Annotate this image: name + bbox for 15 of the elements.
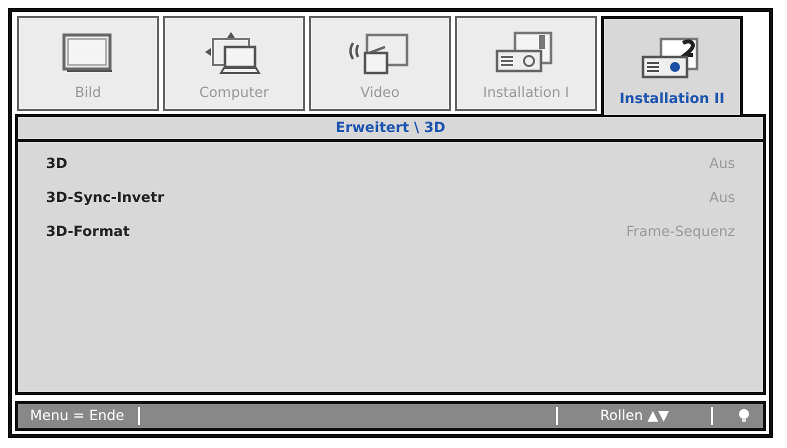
lightbulb-icon — [737, 408, 751, 424]
scroll-hint: Rollen ▲▼ — [599, 408, 670, 424]
exit-hint: Menu = Ende — [30, 408, 126, 424]
menu-tab[interactable]: Bild — [17, 16, 159, 111]
setting-label: 3D-Format — [46, 224, 130, 240]
menu-tab[interactable]: Installation II — [601, 16, 743, 115]
menu-tab[interactable]: Video — [309, 16, 451, 111]
setting-value: Frame-Sequenz — [626, 224, 735, 240]
setting-label: 3D — [46, 156, 68, 172]
menu-tab[interactable]: Installation I — [455, 16, 597, 111]
breadcrumb: Erweitert \ 3D — [336, 120, 446, 136]
setting-value: Aus — [709, 190, 735, 206]
setting-value: Aus — [709, 156, 735, 172]
menu-tab[interactable]: Computer — [163, 16, 305, 111]
setting-label: 3D-Sync-Invetr — [46, 190, 164, 206]
